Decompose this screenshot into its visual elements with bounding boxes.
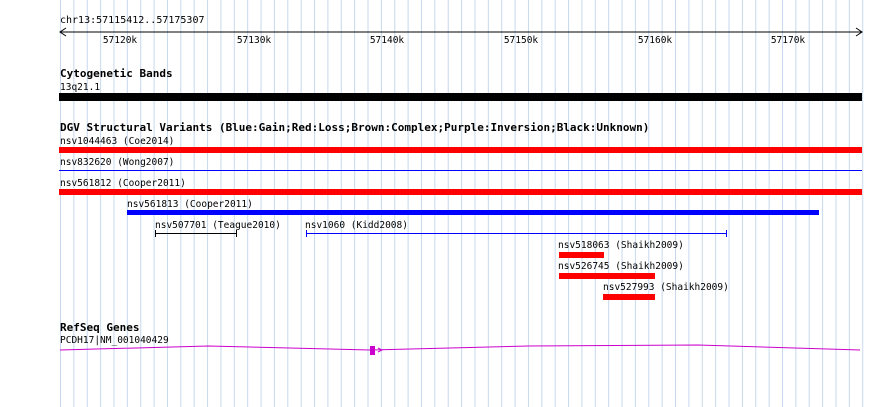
cytoband-label: 13q21.1 [60,82,101,93]
ruler-tick: 57160k [637,35,673,46]
dgv-feature-bar[interactable] [559,273,655,279]
dgv-feature-label: nsv526745 (Shaikh2009) [558,261,684,272]
dgv-feature-label: nsv518063 (Shaikh2009) [558,240,684,251]
dgv-feature-label: nsv832620 (Wong2007) [60,157,175,168]
ruler-axis [59,27,863,37]
dgv-feature-bar[interactable] [59,147,862,153]
dgv-feature-bar[interactable] [127,210,819,215]
dgv-feature-bar[interactable] [154,229,238,238]
cytobands-track-title: Cytogenetic Bands [60,67,173,80]
refseq-gene-feature[interactable] [58,343,864,357]
ruler-tick: 57150k [503,35,539,46]
dgv-feature-label: nsv527993 (Shaikh2009) [603,282,729,293]
cytoband-feature[interactable] [59,93,862,101]
dgv-feature-bar[interactable] [59,189,862,195]
dgv-feature-label: nsv561813 (Cooper2011) [127,199,253,210]
dgv-feature-bar[interactable] [559,252,604,258]
ruler-tick: 57140k [369,35,405,46]
refseq-track-title: RefSeq Genes [60,321,140,334]
dgv-track-title: DGV Structural Variants (Blue:Gain;Red:L… [60,121,650,134]
dgv-feature-bar[interactable] [305,229,728,238]
dgv-feature-label: nsv1044463 (Coe2014) [60,136,175,147]
dgv-feature-label: nsv561812 (Cooper2011) [60,178,186,189]
ruler-tick: 57130k [236,35,272,46]
dgv-feature-bar[interactable] [603,294,655,300]
ruler-position: chr13:57115412..57175307 [60,15,205,26]
ruler-tick: 57170k [770,35,806,46]
ruler-tick: 57120k [102,35,138,46]
dgv-feature-bar[interactable] [59,170,862,171]
